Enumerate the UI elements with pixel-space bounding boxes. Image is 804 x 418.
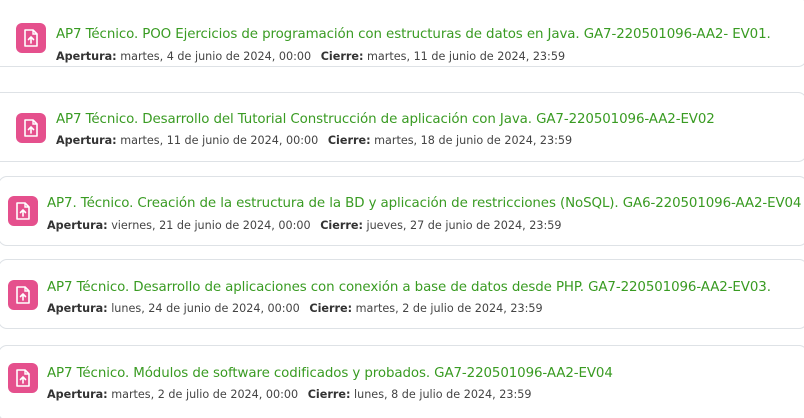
- activity-dates: Apertura: lunes, 24 de junio de 2024, 00…: [47, 302, 543, 315]
- assignment-upload-icon[interactable]: [8, 280, 38, 310]
- closing-label: Cierre:: [320, 219, 363, 232]
- opening-label: Apertura:: [56, 50, 117, 63]
- closing-label: Cierre:: [320, 50, 364, 63]
- closing-label: Cierre:: [327, 134, 371, 147]
- activity-card[interactable]: [0, 176, 804, 246]
- opening-date: lunes, 24 de junio de 2024, 00:00: [111, 302, 300, 315]
- assignment-upload-icon[interactable]: [16, 23, 46, 53]
- assignment-upload-icon[interactable]: [16, 113, 46, 143]
- opening-date: martes, 2 de julio de 2024, 00:00: [111, 388, 299, 401]
- opening-label: Apertura:: [47, 302, 108, 315]
- activity-card[interactable]: [0, 92, 804, 162]
- activity-dates: Apertura: martes, 4 de junio de 2024, 00…: [56, 50, 565, 63]
- opening-date: martes, 4 de junio de 2024, 00:00: [120, 50, 312, 63]
- activity-title[interactable]: AP7 Técnico. POO Ejercicios de programac…: [56, 27, 771, 42]
- activity-dates: Apertura: martes, 11 de junio de 2024, 0…: [56, 134, 572, 147]
- activity-title[interactable]: AP7 Técnico. Desarrollo del Tutorial Con…: [56, 112, 715, 127]
- activity-card[interactable]: [0, 345, 804, 418]
- activity-title[interactable]: AP7 Técnico. Módulos de software codific…: [47, 366, 613, 381]
- opening-label: Apertura:: [56, 134, 117, 147]
- assignment-upload-icon[interactable]: [8, 196, 38, 226]
- closing-date: martes, 11 de junio de 2024, 23:59: [367, 50, 566, 63]
- closing-date: jueves, 27 de junio de 2024, 23:59: [366, 219, 562, 232]
- opening-date: martes, 11 de junio de 2024, 00:00: [120, 134, 319, 147]
- activity-list: AP7 Técnico. POO Ejercicios de programac…: [0, 0, 804, 418]
- activity-title[interactable]: AP7. Técnico. Creación de la estructura …: [47, 196, 801, 211]
- opening-label: Apertura:: [47, 388, 108, 401]
- assignment-upload-icon[interactable]: [8, 363, 38, 393]
- closing-date: martes, 2 de julio de 2024, 23:59: [355, 302, 543, 315]
- closing-date: martes, 18 de junio de 2024, 23:59: [374, 134, 573, 147]
- opening-date: viernes, 21 de junio de 2024, 00:00: [111, 219, 311, 232]
- closing-label: Cierre:: [309, 302, 353, 315]
- opening-label: Apertura:: [47, 219, 108, 232]
- activity-title[interactable]: AP7 Técnico. Desarrollo de aplicaciones …: [47, 280, 771, 295]
- activity-dates: Apertura: viernes, 21 de junio de 2024, …: [47, 219, 562, 232]
- activity-dates: Apertura: martes, 2 de julio de 2024, 00…: [47, 388, 532, 401]
- closing-date: lunes, 8 de julio de 2024, 23:59: [354, 388, 532, 401]
- closing-label: Cierre:: [307, 388, 351, 401]
